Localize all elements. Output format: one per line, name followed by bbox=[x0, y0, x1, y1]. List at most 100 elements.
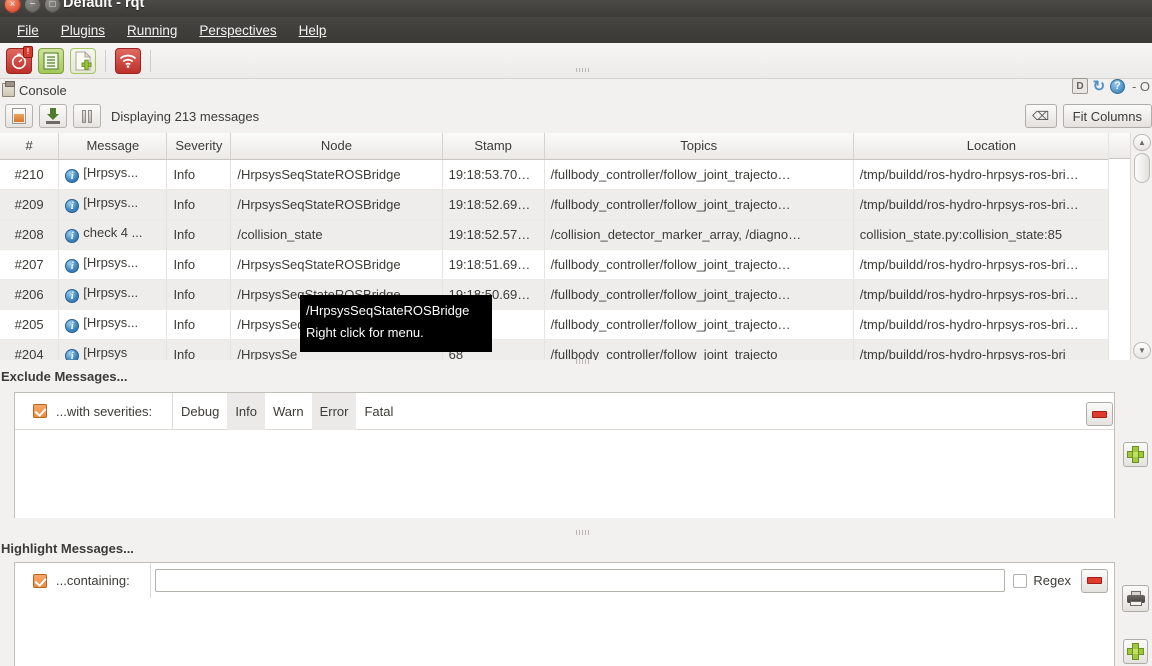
cell-severity: Info bbox=[166, 159, 232, 190]
menu-plugins[interactable]: Plugins bbox=[50, 20, 116, 41]
scroll-down-arrow-icon[interactable]: ▼ bbox=[1133, 342, 1151, 359]
cell-num: #207 bbox=[0, 249, 60, 280]
remove-exclude-filter-button[interactable] bbox=[1086, 402, 1113, 426]
fit-columns-label: Fit Columns bbox=[1072, 108, 1142, 124]
highlight-containing-label: ...containing: bbox=[56, 573, 130, 588]
timer-warning-icon: ! bbox=[6, 45, 33, 74]
table-row[interactable]: #208 i check 4 ... Info /collision_state … bbox=[0, 219, 1131, 250]
cell-num: #204 bbox=[0, 339, 60, 360]
remove-highlight-filter-button[interactable] bbox=[1081, 568, 1108, 593]
window-close-button[interactable]: × bbox=[4, 0, 21, 13]
table-row[interactable]: #204 i [Hrpsys Info /HrpsysSe 68 /fullbod… bbox=[0, 339, 1131, 360]
regex-checkbox[interactable] bbox=[1013, 573, 1028, 588]
open-log-button[interactable] bbox=[5, 104, 33, 128]
exclude-severity-checkbox-cell: ...with severities: bbox=[15, 392, 173, 430]
table-splitter-handle[interactable] bbox=[576, 359, 590, 364]
severity-option-warn[interactable]: Warn bbox=[265, 393, 312, 430]
filters-splitter-handle[interactable] bbox=[576, 530, 590, 535]
add-exclude-filter-button[interactable] bbox=[1123, 442, 1148, 467]
menubar: File Plugins Running Perspectives Help bbox=[0, 17, 1152, 43]
scrollbar-thumb[interactable] bbox=[1134, 153, 1150, 183]
console-toolbar: Displaying 213 messages bbox=[0, 101, 1152, 131]
highlight-containing-input[interactable] bbox=[155, 569, 1006, 592]
exclude-severity-checkbox[interactable] bbox=[33, 404, 47, 418]
printer-icon bbox=[1126, 591, 1145, 606]
clear-messages-button[interactable]: ⌫ bbox=[1024, 104, 1057, 128]
table-vertical-scrollbar[interactable]: ▲ ▼ bbox=[1130, 133, 1152, 360]
severity-option-debug[interactable]: Debug bbox=[173, 393, 227, 430]
column-header-num[interactable]: # bbox=[0, 133, 60, 160]
column-header-severity[interactable]: Severity bbox=[166, 133, 232, 160]
tooltip-line-1: /HrpsysSeqStateROSBridge bbox=[306, 303, 470, 318]
toolbar-separator bbox=[105, 49, 106, 72]
cell-severity: Info bbox=[166, 279, 232, 310]
toolbar-network-button[interactable] bbox=[113, 46, 143, 76]
cell-node: /HrpsysSeqStateROSBridge bbox=[230, 249, 443, 280]
menu-perspectives[interactable]: Perspectives bbox=[188, 20, 287, 41]
table-filler-column bbox=[1108, 133, 1130, 360]
severity-option-fatal[interactable]: Fatal bbox=[356, 393, 401, 430]
severity-option-error[interactable]: Error bbox=[311, 392, 357, 430]
toolbar-booklist-button[interactable] bbox=[36, 46, 66, 76]
column-header-topics[interactable]: Topics bbox=[544, 133, 854, 160]
network-signal-icon bbox=[115, 47, 141, 74]
cell-message-text: [Hrpsys bbox=[83, 345, 128, 360]
cell-message-text: [Hrpsys... bbox=[83, 195, 139, 210]
window-title: Default - rqt bbox=[63, 0, 145, 11]
toolbar-drag-handle[interactable] bbox=[576, 68, 590, 72]
regex-label: Regex bbox=[1033, 573, 1071, 588]
plugin-dock-controls: D ↻ ? - O bbox=[1071, 78, 1150, 95]
column-header-stamp[interactable]: Stamp bbox=[442, 133, 545, 160]
minus-icon bbox=[1092, 410, 1107, 418]
table-row[interactable]: #209 i [Hrpsys... Info /HrpsysSeqStateROS… bbox=[0, 189, 1131, 220]
table-row[interactable]: #205 i[Hrpsys... Info /HrpsysSeqStateROS… bbox=[0, 309, 1131, 340]
menu-running[interactable]: Running bbox=[116, 20, 188, 41]
column-header-message[interactable]: Message bbox=[58, 133, 168, 160]
toolbar-separator-2 bbox=[150, 49, 151, 72]
cell-location: /tmp/buildd/ros-hydro-hrpsys-ros-bri… bbox=[853, 189, 1131, 220]
pause-button[interactable] bbox=[73, 104, 101, 128]
info-icon: i bbox=[65, 259, 80, 273]
menu-help[interactable]: Help bbox=[288, 20, 338, 41]
add-highlight-filter-button[interactable] bbox=[1123, 639, 1148, 664]
menu-file-label: File bbox=[17, 22, 39, 38]
console-toolbar-right: ⌫ Fit Columns bbox=[1024, 101, 1152, 131]
menu-file[interactable]: File bbox=[6, 20, 50, 41]
cell-node: /HrpsysSeqStateROSBridge bbox=[230, 159, 443, 190]
scroll-up-arrow-icon[interactable]: ▲ bbox=[1133, 134, 1151, 151]
cell-message-text: [Hrpsys... bbox=[83, 315, 139, 330]
highlight-filter-empty-area bbox=[15, 598, 1114, 666]
cell-location: /tmp/buildd/ros-hydro-hrpsys-ros-bri… bbox=[853, 159, 1131, 190]
exclude-severity-filter-row: ...with severities: Debug Info Warn Erro… bbox=[15, 392, 1114, 430]
print-button[interactable] bbox=[1122, 585, 1149, 612]
save-log-icon bbox=[45, 108, 61, 124]
cell-topics: /fullbody_controller/follow_joint_trajec… bbox=[544, 189, 854, 220]
toolbar-new-button[interactable] bbox=[68, 46, 98, 76]
cell-node: /HrpsysSeqStateROSBridge bbox=[230, 189, 443, 220]
cell-location: collision_state.py:collision_state:85 bbox=[853, 219, 1131, 250]
window-minimize-button[interactable]: − bbox=[24, 0, 41, 13]
column-header-location[interactable]: Location bbox=[853, 133, 1131, 160]
fit-columns-button[interactable]: Fit Columns bbox=[1062, 104, 1152, 128]
window-maximize-button[interactable]: □ bbox=[44, 0, 61, 13]
save-log-button[interactable] bbox=[39, 104, 67, 128]
column-header-node[interactable]: Node bbox=[230, 133, 443, 160]
table-header-row: # Message Severity Node Stamp Topics Loc… bbox=[0, 133, 1131, 160]
plus-icon bbox=[1127, 643, 1144, 660]
table-row[interactable]: #207 i [Hrpsys... Info /HrpsysSeqStateROS… bbox=[0, 249, 1131, 280]
table-row[interactable]: #210 i [Hrpsys... Info /HrpsysSeqStateROS… bbox=[0, 159, 1131, 190]
message-table-body: #210 i [Hrpsys... Info /HrpsysSeqStateROS… bbox=[0, 159, 1131, 360]
message-count-status: Displaying 213 messages bbox=[111, 108, 260, 124]
undock-icon[interactable]: ↻ bbox=[1091, 78, 1107, 95]
cell-severity: Info bbox=[166, 189, 232, 220]
severity-option-info[interactable]: Info bbox=[227, 392, 265, 430]
dock-icon[interactable]: D bbox=[1071, 78, 1088, 94]
cell-num: #209 bbox=[0, 189, 60, 220]
highlight-containing-checkbox[interactable] bbox=[33, 573, 47, 588]
help-icon[interactable]: ? bbox=[1109, 78, 1125, 94]
table-row[interactable]: #206 i [Hrpsys... Info /HrpsysSeqStateROS… bbox=[0, 279, 1131, 310]
cell-message-text: [Hrpsys... bbox=[83, 165, 139, 180]
cell-topics: /collision_detector_marker_array, /diagn… bbox=[544, 219, 854, 250]
info-icon: i bbox=[65, 349, 80, 360]
toolbar-timer-button[interactable]: ! bbox=[4, 45, 34, 76]
